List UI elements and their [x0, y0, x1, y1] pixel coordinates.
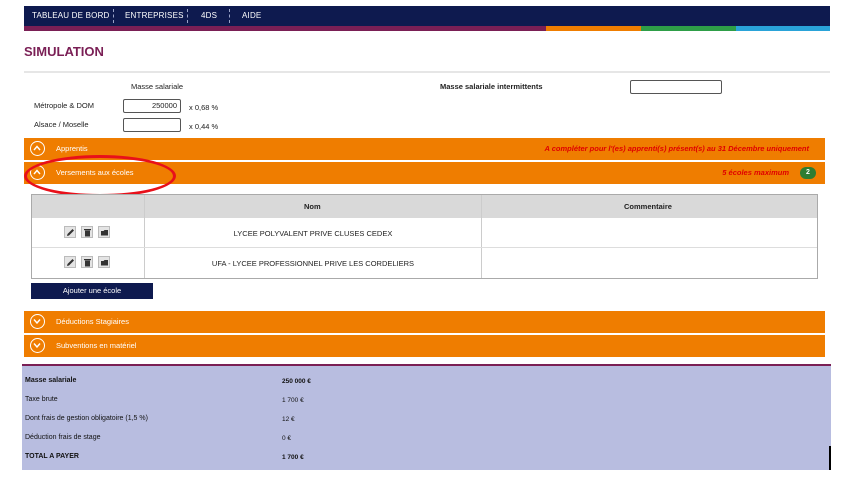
brand-color-stripe: [24, 26, 830, 31]
section-subventions-materiel[interactable]: Subventions en matériel: [24, 335, 825, 357]
metropole-label: Métropole & DOM: [34, 101, 95, 110]
stripe-orange: [546, 26, 641, 31]
chevron-down-icon[interactable]: [30, 338, 45, 353]
summary-value-frais: 12 €: [282, 416, 295, 423]
highlight-ellipse: [24, 155, 176, 197]
edit-button[interactable]: [64, 256, 76, 268]
folder-icon: [101, 230, 108, 236]
chevron-up-icon[interactable]: [30, 141, 45, 156]
summary-label-deduction: Déduction frais de stage: [25, 434, 101, 441]
summary-label-total: TOTAL A PAYER: [25, 453, 79, 460]
summary-label-masse: Masse salariale: [25, 377, 77, 384]
apprentis-note: A compléter pour l'(es) apprenti(s) prés…: [544, 144, 809, 153]
masse-salariale-label: Masse salariale: [131, 82, 184, 91]
school-name: UFA - LYCEE PROFESSIONNEL PRIVE LES CORD…: [211, 259, 415, 268]
add-school-button[interactable]: Ajouter une école: [31, 283, 153, 299]
delete-button[interactable]: [81, 226, 93, 238]
schools-count-badge: 2: [800, 167, 816, 179]
nav-separator: [229, 9, 230, 23]
pencil-icon: [67, 229, 74, 236]
alsace-rate: x 0,44 %: [189, 122, 219, 131]
versements-note: 5 écoles maximum: [722, 168, 789, 177]
edit-button[interactable]: [64, 226, 76, 238]
nav-4ds[interactable]: 4DS: [201, 6, 217, 26]
comment-button[interactable]: [98, 256, 110, 268]
section-subventions-label: Subventions en matériel: [56, 341, 137, 350]
stripe-green: [641, 26, 736, 31]
section-deductions-label: Déductions Stagiaires: [56, 317, 129, 326]
row-divider: [32, 247, 817, 248]
summary-value-taxe: 1 700 €: [282, 397, 304, 404]
summary-label-taxe: Taxe brute: [25, 396, 58, 403]
stripe-blue: [736, 26, 830, 31]
trash-icon: [84, 259, 91, 267]
metropole-rate: x 0,68 %: [189, 103, 219, 112]
nav-entreprises[interactable]: ENTREPRISES: [125, 6, 184, 26]
intermittents-input[interactable]: [630, 80, 722, 94]
pencil-icon: [67, 259, 74, 266]
page-title: SIMULATION: [24, 44, 104, 59]
schools-table: Nom Commentaire LYCEE POLYVALENT PRIVE C…: [31, 194, 818, 279]
chevron-down-icon[interactable]: [30, 314, 45, 329]
trash-icon: [84, 229, 91, 237]
stripe-purple: [24, 26, 546, 31]
title-divider: [24, 71, 830, 73]
summary-panel: Masse salariale 250 000 € Taxe brute 1 7…: [22, 364, 831, 470]
summary-value-total: 1 700 €: [282, 454, 304, 461]
section-apprentis[interactable]: Apprentis A compléter pour l'(es) appren…: [24, 138, 825, 160]
column-header-nom: Nom: [304, 202, 321, 211]
nav-tableau-de-bord[interactable]: TABLEAU DE BORD: [32, 6, 110, 26]
intermittents-label: Masse salariale intermittents: [440, 82, 543, 91]
comment-button[interactable]: [98, 226, 110, 238]
metropole-input[interactable]: 250000: [123, 99, 181, 113]
folder-icon: [101, 260, 108, 266]
summary-value-masse: 250 000 €: [282, 378, 311, 385]
summary-value-deduction: 0 €: [282, 435, 292, 442]
nav-separator: [113, 9, 114, 23]
nav-aide[interactable]: AIDE: [242, 6, 261, 26]
section-deductions-stagiaires[interactable]: Déductions Stagiaires: [24, 311, 825, 333]
alsace-input[interactable]: [123, 118, 181, 132]
table-header-row: Nom Commentaire: [32, 195, 817, 218]
summary-edge: [829, 446, 831, 470]
column-header-commentaire: Commentaire: [624, 202, 672, 211]
summary-label-frais: Dont frais de gestion obligatoire (1,5 %…: [25, 415, 148, 422]
delete-button[interactable]: [81, 256, 93, 268]
top-navigation: TABLEAU DE BORD ENTREPRISES 4DS AIDE: [24, 6, 830, 26]
nav-separator: [187, 9, 188, 23]
school-name: LYCEE POLYVALENT PRIVE CLUSES CEDEX: [233, 229, 393, 238]
alsace-label: Alsace / Moselle: [34, 120, 89, 129]
column-divider: [481, 195, 482, 278]
